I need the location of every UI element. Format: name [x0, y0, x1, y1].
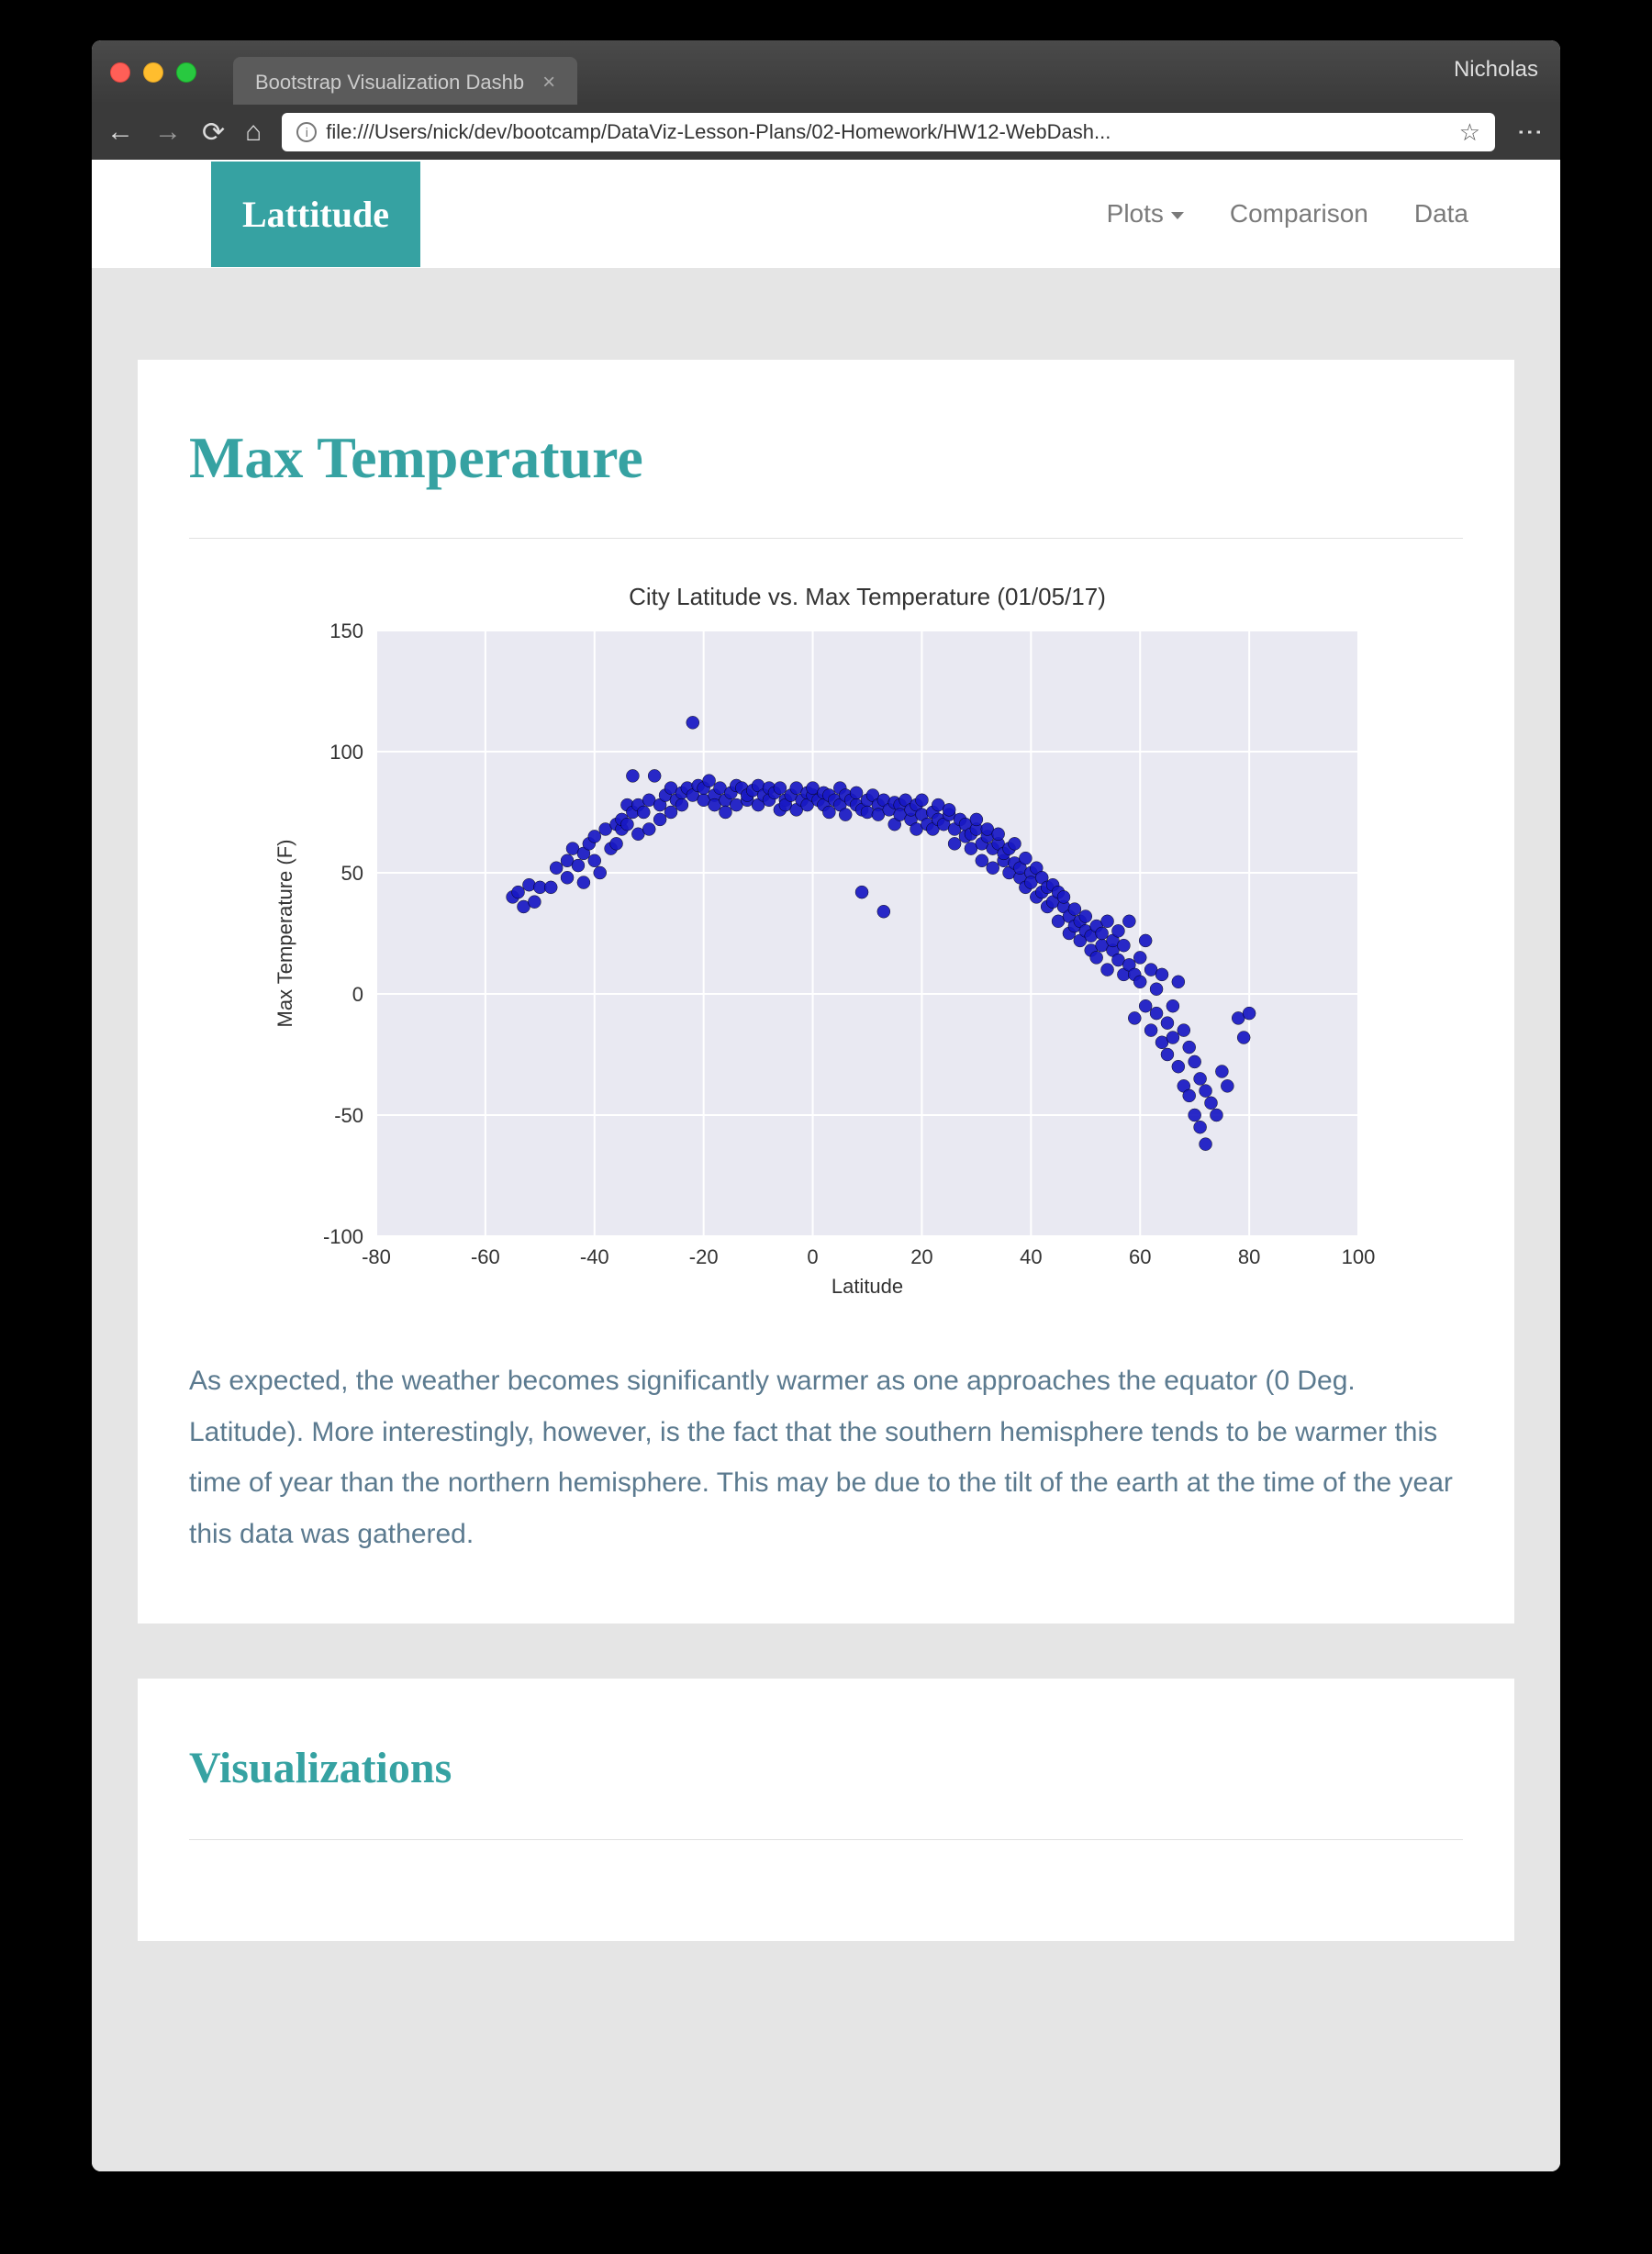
chart-description: As expected, the weather becomes signifi…: [189, 1356, 1463, 1559]
site-info-icon[interactable]: i: [296, 122, 317, 142]
svg-text:20: 20: [910, 1245, 932, 1268]
svg-text:-60: -60: [471, 1245, 500, 1268]
nav-plots-dropdown[interactable]: Plots: [1107, 199, 1184, 229]
url-text: file:///Users/nick/dev/bootcamp/DataViz-…: [326, 120, 1449, 144]
svg-text:100: 100: [329, 741, 363, 764]
bookmark-star-icon[interactable]: ☆: [1459, 118, 1480, 147]
site-navbar: Lattitude Plots Comparison Data: [92, 160, 1560, 268]
page-viewport[interactable]: Lattitude Plots Comparison Data Max Temp…: [92, 160, 1560, 2171]
svg-text:150: 150: [329, 619, 363, 642]
main-card: Max Temperature -80 -60 -40 -20 0 20 40 60 80 100…: [138, 360, 1514, 1624]
reload-button[interactable]: ⟳: [202, 117, 225, 149]
window-controls: [110, 62, 196, 83]
browser-menu-icon[interactable]: ⋮: [1515, 119, 1546, 145]
browser-toolbar: ← → ⟳ ⌂ i file:///Users/nick/dev/bootcam…: [92, 105, 1560, 160]
chart-container: -80 -60 -40 -20 0 20 40 60 80 100 -100 -50 0 50 100 150…: [189, 575, 1463, 1310]
svg-text:Max Temperature (F): Max Temperature (F): [273, 840, 296, 1028]
browser-window: Bootstrap Visualization Dashb × Nicholas…: [92, 40, 1560, 2171]
svg-text:-80: -80: [362, 1245, 391, 1268]
tab-title: Bootstrap Visualization Dashb: [255, 71, 524, 95]
divider: [189, 1839, 1463, 1840]
home-button[interactable]: ⌂: [245, 117, 262, 148]
forward-button[interactable]: →: [154, 117, 182, 148]
svg-text:40: 40: [1020, 1245, 1042, 1268]
nav-plots-label: Plots: [1107, 199, 1164, 229]
divider: [189, 538, 1463, 539]
brand-logo[interactable]: Lattitude: [211, 162, 420, 267]
svg-text:80: 80: [1238, 1245, 1260, 1268]
svg-text:0: 0: [352, 983, 363, 1006]
nav-data-link[interactable]: Data: [1414, 199, 1468, 229]
browser-profile-label[interactable]: Nicholas: [1454, 57, 1538, 83]
address-bar[interactable]: i file:///Users/nick/dev/bootcamp/DataVi…: [282, 113, 1495, 151]
page-title: Max Temperature: [189, 424, 1463, 492]
close-window-button[interactable]: [110, 62, 130, 83]
svg-text:-20: -20: [689, 1245, 719, 1268]
minimize-window-button[interactable]: [143, 62, 163, 83]
svg-text:Latitude: Latitude: [832, 1275, 903, 1298]
svg-text:City Latitude vs. Max Temperat: City Latitude vs. Max Temperature (01/05…: [629, 583, 1106, 610]
back-button[interactable]: ←: [106, 117, 134, 148]
maximize-window-button[interactable]: [176, 62, 196, 83]
scatter-chart: -80 -60 -40 -20 0 20 40 60 80 100 -100 -50 0 50 100 150…: [257, 575, 1395, 1310]
svg-text:50: 50: [341, 862, 363, 885]
visualizations-card: Visualizations: [138, 1679, 1514, 1941]
chevron-down-icon: [1171, 212, 1184, 219]
svg-text:-100: -100: [323, 1225, 363, 1248]
svg-text:60: 60: [1129, 1245, 1151, 1268]
browser-tab-bar: Bootstrap Visualization Dashb × Nicholas: [92, 40, 1560, 105]
nav-links: Plots Comparison Data: [1107, 199, 1468, 229]
nav-comparison-link[interactable]: Comparison: [1230, 199, 1368, 229]
svg-text:-50: -50: [334, 1104, 363, 1127]
visualizations-title: Visualizations: [189, 1743, 1463, 1793]
svg-text:0: 0: [807, 1245, 818, 1268]
browser-tab[interactable]: Bootstrap Visualization Dashb ×: [233, 57, 577, 105]
svg-text:100: 100: [1342, 1245, 1376, 1268]
close-tab-icon[interactable]: ×: [542, 70, 555, 95]
svg-text:-40: -40: [580, 1245, 609, 1268]
